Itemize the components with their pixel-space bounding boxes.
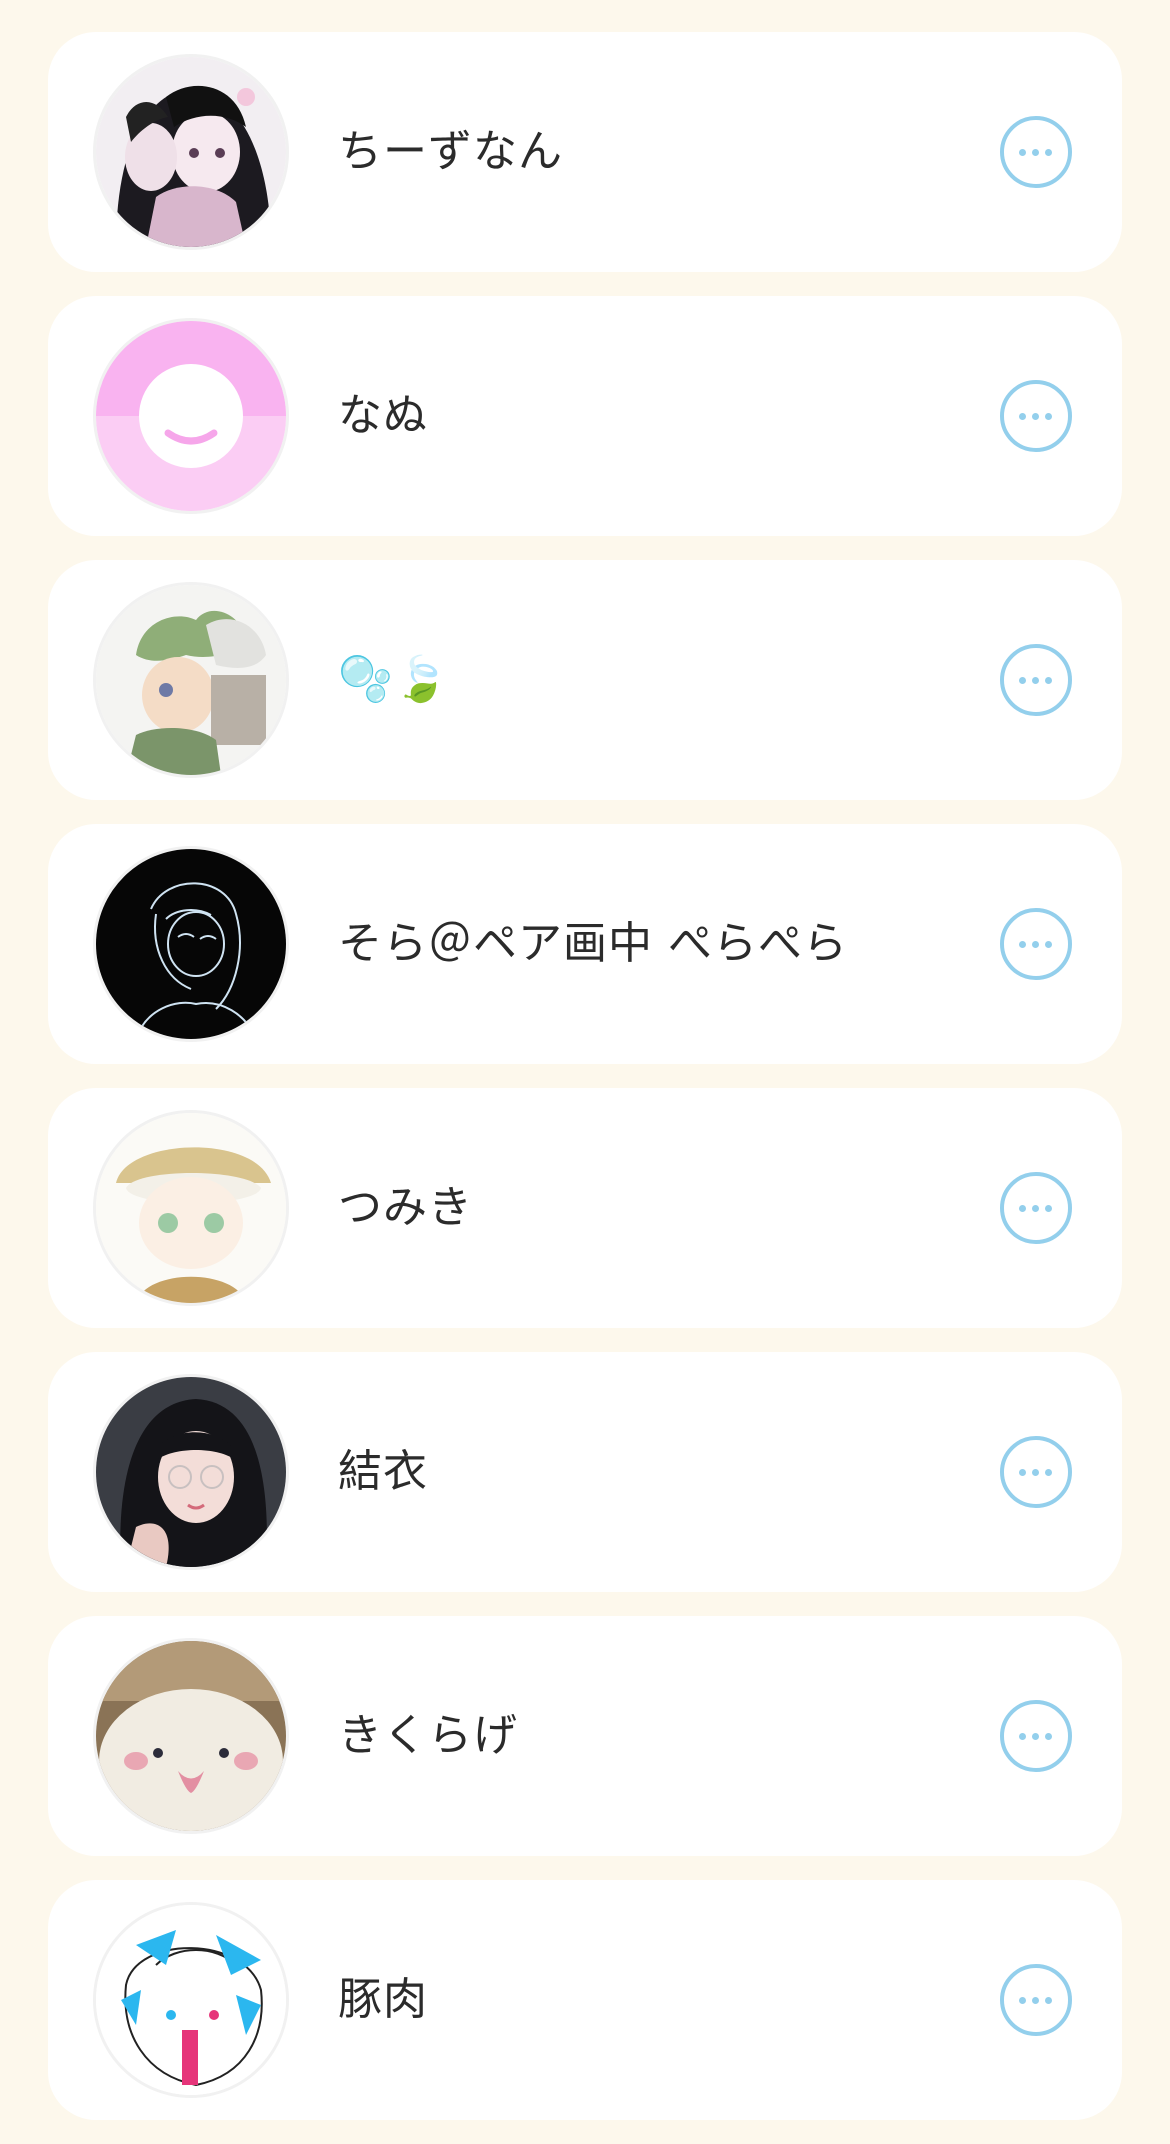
user-name[interactable]: 🫧🍃 — [338, 560, 450, 800]
dot — [1032, 1733, 1039, 1740]
avatar-doodle-icon[interactable] — [96, 1905, 286, 2095]
dot — [1045, 149, 1052, 156]
more-options-icon[interactable] — [1000, 1172, 1072, 1244]
user-name[interactable]: つみき — [338, 1088, 473, 1328]
dot — [1019, 1733, 1026, 1740]
dot — [1019, 1205, 1026, 1212]
more-options-icon[interactable] — [1000, 644, 1072, 716]
avatar-green-hair-character-icon[interactable] — [96, 585, 286, 775]
dot — [1032, 1205, 1039, 1212]
dot — [1045, 1997, 1052, 2004]
user-name[interactable]: そら＠ペア画中 ぺらぺら — [338, 824, 848, 1064]
avatar-dark-line-art-icon[interactable] — [96, 849, 286, 1039]
user-name[interactable]: ちーずなん — [338, 32, 563, 272]
dot — [1032, 413, 1039, 420]
dot — [1032, 1997, 1039, 2004]
user-name[interactable]: なぬ — [338, 296, 428, 536]
list-item[interactable]: きくらげ — [48, 1616, 1122, 1856]
dot — [1032, 941, 1039, 948]
avatar-default-smile-icon[interactable] — [96, 321, 286, 511]
avatar-plush-toy-icon[interactable] — [96, 1641, 286, 1831]
list-item[interactable]: ちーずなん — [48, 32, 1122, 272]
dot — [1019, 149, 1026, 156]
list-item[interactable]: なぬ — [48, 296, 1122, 536]
more-options-icon[interactable] — [1000, 116, 1072, 188]
avatar-anime-girls-icon[interactable] — [96, 57, 286, 247]
dot — [1045, 413, 1052, 420]
dot — [1045, 677, 1052, 684]
more-options-icon[interactable] — [1000, 908, 1072, 980]
user-name[interactable]: 結衣 — [338, 1352, 428, 1592]
dot — [1019, 677, 1026, 684]
list-item[interactable]: 結衣 — [48, 1352, 1122, 1592]
avatar-glasses-girl-icon[interactable] — [96, 1377, 286, 1567]
list-item[interactable]: そら＠ペア画中 ぺらぺら — [48, 824, 1122, 1064]
dot — [1045, 941, 1052, 948]
list-item[interactable]: つみき — [48, 1088, 1122, 1328]
more-options-icon[interactable] — [1000, 380, 1072, 452]
user-name[interactable]: 豚肉 — [338, 1880, 428, 2120]
dot — [1032, 1469, 1039, 1476]
list-item[interactable]: 🫧🍃 — [48, 560, 1122, 800]
avatar-cap-boy-icon[interactable] — [96, 1113, 286, 1303]
dot — [1045, 1733, 1052, 1740]
dot — [1019, 1997, 1026, 2004]
dot — [1019, 1469, 1026, 1476]
dot — [1019, 413, 1026, 420]
dot — [1045, 1205, 1052, 1212]
more-options-icon[interactable] — [1000, 1700, 1072, 1772]
more-options-icon[interactable] — [1000, 1436, 1072, 1508]
dot — [1032, 149, 1039, 156]
list-item[interactable]: 豚肉 — [48, 1880, 1122, 2120]
user-name[interactable]: きくらげ — [338, 1616, 518, 1856]
more-options-icon[interactable] — [1000, 1964, 1072, 2036]
dot — [1045, 1469, 1052, 1476]
dot — [1019, 941, 1026, 948]
dot — [1032, 677, 1039, 684]
user-list: ちーずなん なぬ 🫧🍃 そら＠ペア画中 ぺらぺら つみき 結衣 きくらげ 豚肉 — [48, 32, 1122, 2144]
